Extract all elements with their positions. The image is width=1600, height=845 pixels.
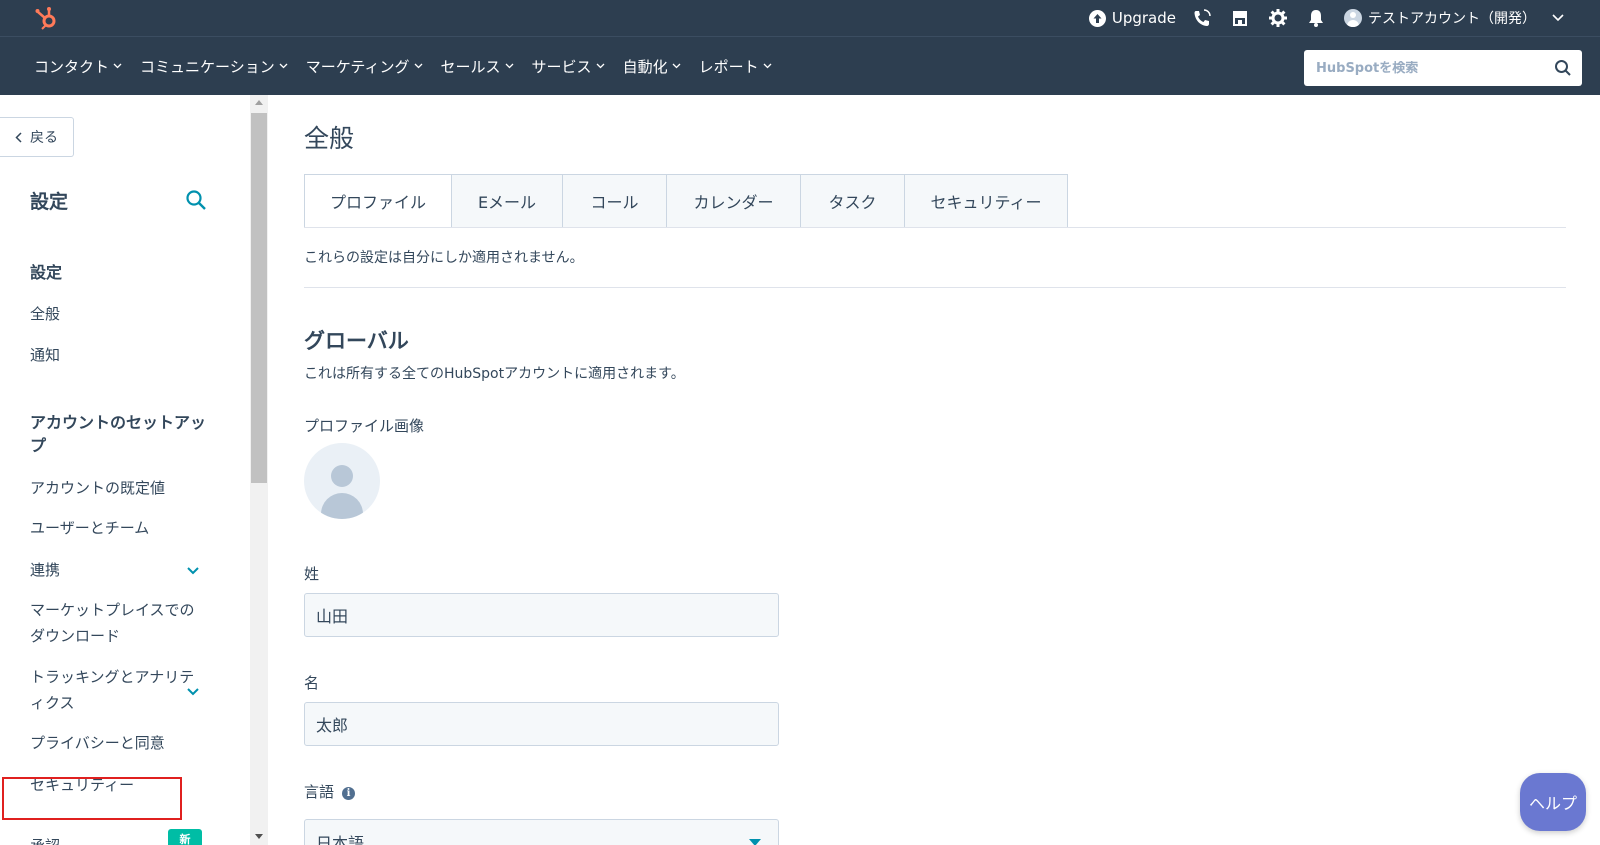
scroll-down-arrow-icon[interactable]	[255, 834, 263, 839]
sidebar-item-approvals[interactable]: 承認	[30, 835, 60, 845]
main-content: 全般 プロファイル Eメール コール カレンダー タスク セキュリティー これら…	[268, 95, 1600, 845]
upgrade-arrow-icon	[1088, 9, 1106, 27]
tab-description: これらの設定は自分にしか適用されません。	[304, 250, 584, 266]
sidebar-item-privacy-consent[interactable]: プライバシーと同意	[30, 730, 200, 756]
chevron-down-icon	[414, 63, 422, 69]
sidebar-item-notifications[interactable]: 通知	[30, 342, 200, 368]
info-icon[interactable]: i	[342, 787, 356, 800]
avatar-body-icon	[321, 493, 363, 519]
sidebar-scrollbar[interactable]	[250, 95, 268, 845]
sidebar-item-integrations[interactable]: 連携	[30, 557, 200, 583]
nav-menu: コンタクト コミュニケーション マーケティング セールス サービス 自動化 レポ…	[34, 37, 790, 95]
language-label-row: 言語 i	[304, 781, 356, 802]
hubspot-logo-icon[interactable]	[34, 5, 60, 31]
first-name-label: 名	[304, 674, 320, 692]
chevron-down-icon	[1552, 14, 1564, 22]
nav-item-communications[interactable]: コミュニケーション	[140, 56, 288, 77]
chevron-down-icon	[596, 63, 605, 69]
phone-icon[interactable]	[1192, 8, 1212, 28]
notification-bell-icon[interactable]	[1306, 8, 1326, 28]
nav-item-label: コミュニケーション	[140, 57, 275, 76]
tab-security[interactable]: セキュリティー	[905, 174, 1068, 228]
caret-down-icon	[749, 839, 761, 845]
language-label: 言語	[304, 783, 335, 801]
sidebar-item-general[interactable]: 全般	[30, 301, 200, 327]
back-label: 戻る	[30, 130, 58, 146]
chevron-left-icon	[15, 131, 22, 143]
chevron-down-icon	[279, 63, 288, 69]
nav-item-service[interactable]: サービス	[532, 56, 605, 77]
section-description: これは所有する全てのHubSpotアカウントに適用されます。	[304, 366, 685, 382]
search-icon[interactable]	[1554, 59, 1572, 77]
account-menu[interactable]: テストアカウント（開発）	[1344, 8, 1564, 28]
sidebar-section-account-setup: アカウントのセットアップ	[30, 413, 207, 455]
nav-item-label: サービス	[531, 57, 592, 76]
security-highlight-box	[2, 777, 182, 820]
section-title: グローバル	[304, 329, 409, 353]
chevron-down-icon[interactable]	[185, 684, 201, 700]
sidebar-title: 設定	[30, 191, 69, 213]
sidebar-item-tracking-analytics[interactable]: トラッキングとアナリティクス	[30, 664, 200, 716]
main-navigation: コンタクト コミュニケーション マーケティング セールス サービス 自動化 レポ…	[0, 36, 1600, 95]
sidebar-search-icon[interactable]	[185, 189, 207, 211]
nav-item-label: 自動化	[622, 57, 668, 76]
help-button[interactable]: ヘルプ	[1520, 773, 1586, 831]
user-avatar-icon	[1344, 9, 1362, 27]
nav-item-marketing[interactable]: マーケティング	[306, 56, 423, 77]
last-name-field[interactable]	[304, 593, 779, 637]
sidebar-item-account-defaults[interactable]: アカウントの既定値	[30, 475, 200, 501]
language-value: 日本語	[316, 834, 365, 845]
tab-tasks[interactable]: タスク	[801, 174, 905, 228]
nav-item-label: レポート	[698, 57, 759, 76]
account-name: テストアカウント（開発）	[1368, 11, 1536, 27]
tabs-underline	[304, 227, 1566, 228]
nav-item-label: セールス	[440, 57, 501, 76]
avatar-head-icon	[331, 465, 353, 487]
chevron-down-icon[interactable]	[185, 563, 201, 579]
sidebar-item-marketplace-downloads[interactable]: マーケットプレイスでのダウンロード	[30, 597, 200, 649]
settings-gear-icon[interactable]	[1268, 8, 1288, 28]
scrollbar-thumb[interactable]	[251, 113, 267, 483]
new-badge: 新	[168, 829, 202, 845]
settings-sidebar: 戻る 設定 設定 全般 通知 アカウントのセットアップ アカウントの既定値 ユー…	[0, 95, 250, 845]
tab-profile[interactable]: プロファイル	[304, 174, 452, 228]
profile-avatar[interactable]	[304, 443, 380, 519]
upgrade-label: Upgrade	[1111, 9, 1176, 27]
last-name-label: 姓	[304, 565, 320, 583]
divider	[304, 287, 1566, 288]
page-title: 全般	[304, 124, 355, 153]
nav-item-label: マーケティング	[305, 57, 410, 76]
nav-item-sales[interactable]: セールス	[441, 56, 514, 77]
chevron-down-icon	[113, 63, 122, 69]
top-right-controls: Upgrade テストアカウント（開発）	[1088, 0, 1564, 36]
nav-item-contacts[interactable]: コンタクト	[34, 56, 122, 77]
back-button[interactable]: 戻る	[0, 117, 74, 157]
nav-item-automation[interactable]: 自動化	[623, 56, 681, 77]
scroll-up-arrow-icon[interactable]	[255, 100, 263, 105]
tab-calendar[interactable]: カレンダー	[667, 174, 801, 228]
upgrade-button[interactable]: Upgrade	[1088, 9, 1176, 27]
sidebar-section-settings: 設定	[30, 263, 63, 282]
chevron-down-icon	[763, 63, 772, 69]
settings-tabs: プロファイル Eメール コール カレンダー タスク セキュリティー	[304, 174, 1068, 228]
nav-item-label: コンタクト	[34, 57, 110, 76]
top-bar: Upgrade テストアカウント（開発）	[0, 0, 1600, 36]
marketplace-icon[interactable]	[1230, 8, 1250, 28]
global-search	[1304, 50, 1582, 86]
language-select[interactable]: 日本語	[304, 819, 779, 845]
tab-calls[interactable]: コール	[563, 174, 667, 228]
chevron-down-icon	[505, 63, 514, 69]
nav-item-reports[interactable]: レポート	[699, 56, 772, 77]
global-search-input[interactable]	[1316, 60, 1546, 76]
tab-email[interactable]: Eメール	[452, 174, 563, 228]
chevron-down-icon	[672, 63, 681, 69]
profile-image-label: プロファイル画像	[304, 417, 425, 435]
sidebar-item-users-teams[interactable]: ユーザーとチーム	[30, 515, 200, 541]
first-name-field[interactable]	[304, 702, 779, 746]
